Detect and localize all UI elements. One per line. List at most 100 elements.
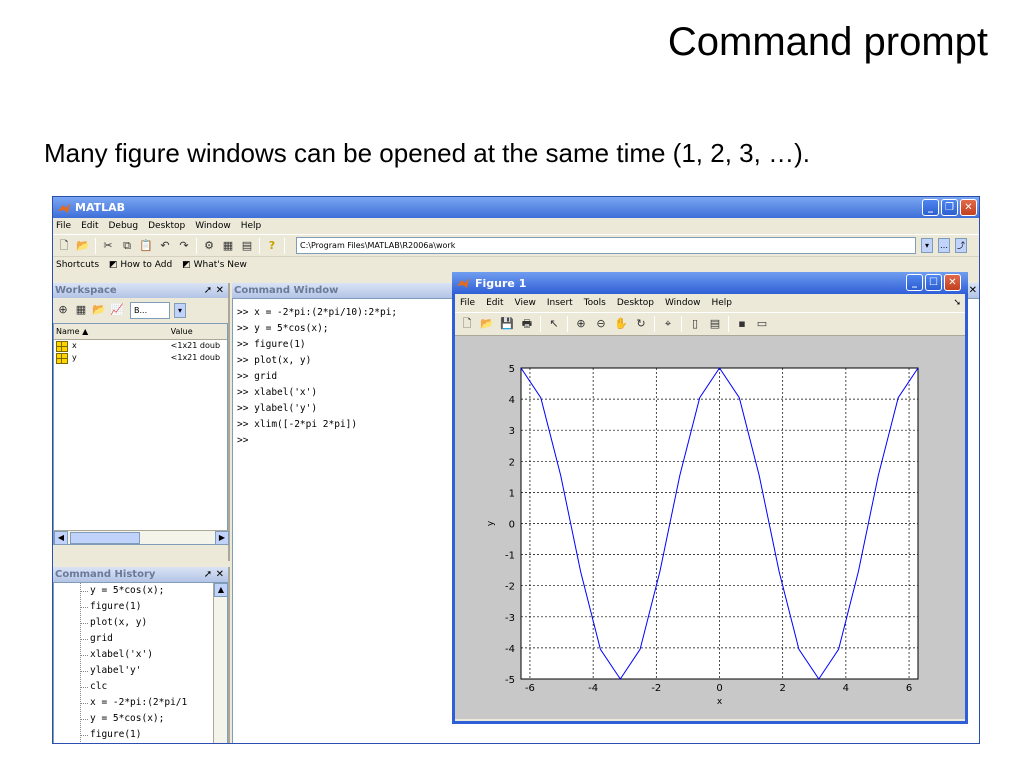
- plot-variable-icon[interactable]: 📈: [110, 303, 124, 317]
- help-icon[interactable]: ?: [265, 239, 279, 253]
- variable-name: x: [72, 341, 77, 350]
- workspace-header[interactable]: Workspace ➚ ✕: [53, 283, 228, 298]
- command-history-title: Command History: [55, 569, 156, 580]
- history-item[interactable]: grid: [54, 631, 227, 647]
- shortcut-icon: ◩: [109, 259, 121, 270]
- menu-debug[interactable]: Debug: [109, 221, 139, 231]
- cut-icon[interactable]: ✂: [101, 239, 115, 253]
- new-variable-icon[interactable]: ⊕: [56, 303, 70, 317]
- fig-menu-tools[interactable]: Tools: [584, 298, 606, 308]
- save-icon[interactable]: 💾: [500, 317, 514, 331]
- history-item[interactable]: figure(1): [54, 727, 227, 743]
- toolbar-separator: [284, 237, 285, 254]
- profiler-icon[interactable]: ▤: [240, 239, 254, 253]
- command-history-header[interactable]: Command History ➚ ✕: [53, 567, 228, 582]
- menu-window[interactable]: Window: [195, 221, 231, 231]
- history-item[interactable]: ylabel'y': [54, 663, 227, 679]
- legend-icon[interactable]: ▤: [708, 317, 722, 331]
- x-tick-label: -6: [525, 683, 535, 694]
- figure-titlebar[interactable]: Figure 1 _ ☐ ✕: [452, 272, 968, 294]
- horizontal-scrollbar[interactable]: ◀ ▶: [54, 530, 229, 545]
- open-file-icon[interactable]: 📂: [480, 317, 494, 331]
- menu-edit[interactable]: Edit: [81, 221, 98, 231]
- close-button[interactable]: ✕: [960, 199, 977, 216]
- rotate-3d-icon[interactable]: ↻: [634, 317, 648, 331]
- fig-menu-insert[interactable]: Insert: [547, 298, 573, 308]
- history-item[interactable]: xlabel('x'): [54, 647, 227, 663]
- figure-title: Figure 1: [475, 276, 527, 290]
- minimize-button[interactable]: _: [922, 199, 939, 216]
- y-tick-label: 0: [509, 520, 515, 531]
- colorbar-icon[interactable]: ▯: [688, 317, 702, 331]
- fig-menu-view[interactable]: View: [515, 298, 536, 308]
- current-directory-field[interactable]: C:\Program Files\MATLAB\R2006a\work: [296, 237, 916, 254]
- copy-icon[interactable]: ⧉: [120, 239, 134, 253]
- open-folder-icon[interactable]: 📂: [76, 239, 90, 253]
- toolbar-separator: [259, 237, 260, 254]
- table-row[interactable]: y <1x21 doub: [54, 352, 227, 364]
- fig-menu-file[interactable]: File: [460, 298, 475, 308]
- browse-folder-icon[interactable]: …: [938, 238, 950, 253]
- menu-file[interactable]: File: [56, 221, 71, 231]
- shortcuts-bar: Shortcuts ◩ How to Add ◩ What's New: [53, 256, 979, 272]
- column-value[interactable]: Value: [171, 324, 227, 339]
- select-arrow-icon[interactable]: ↖: [547, 317, 561, 331]
- import-data-icon[interactable]: 📂: [92, 303, 106, 317]
- plot-axes[interactable]: -6 -4 -2 0 2 4 6 -5 -4 -3 -2 -1 0 1 2 3 4 5 x y: [455, 336, 965, 719]
- shortcut-whats-new[interactable]: ◩ What's New: [182, 260, 247, 270]
- history-item[interactable]: plot(x, y): [54, 615, 227, 631]
- menu-help[interactable]: Help: [241, 221, 262, 231]
- data-cursor-icon[interactable]: ⌖: [661, 317, 675, 331]
- chevron-down-icon[interactable]: ▾: [921, 238, 933, 253]
- show-plot-tools-icon[interactable]: ▭: [755, 317, 769, 331]
- history-item[interactable]: figure(1): [54, 599, 227, 615]
- new-figure-icon[interactable]: 🗋: [460, 317, 474, 331]
- close-icon[interactable]: ✕: [969, 283, 977, 298]
- undock-close-controls[interactable]: ➚ ✕: [204, 567, 224, 582]
- maximize-button[interactable]: ☐: [925, 274, 942, 291]
- fig-menu-window[interactable]: Window: [665, 298, 701, 308]
- paste-icon[interactable]: 📋: [139, 239, 153, 253]
- menu-desktop[interactable]: Desktop: [148, 221, 185, 231]
- x-tick-label: 2: [779, 683, 785, 694]
- new-file-icon[interactable]: 🗋: [57, 239, 71, 253]
- open-variable-icon[interactable]: ▦: [74, 303, 88, 317]
- simulink-icon[interactable]: ⚙: [202, 239, 216, 253]
- vertical-scrollbar[interactable]: ▲: [213, 583, 227, 743]
- undock-close-controls[interactable]: ➚ ✕: [204, 283, 224, 298]
- guide-icon[interactable]: ▦: [221, 239, 235, 253]
- history-item[interactable]: y = 5*cos(x);: [54, 583, 227, 599]
- history-item[interactable]: x = -2*pi:(2*pi/1: [54, 695, 227, 711]
- x-axis-label: x: [717, 697, 723, 707]
- table-row[interactable]: x <1x21 doub: [54, 340, 227, 352]
- close-button[interactable]: ✕: [944, 274, 961, 291]
- matlab-titlebar[interactable]: MATLAB _ ❐ ✕: [53, 197, 979, 218]
- undo-icon[interactable]: ↶: [158, 239, 172, 253]
- scroll-right-icon[interactable]: ▶: [215, 531, 229, 545]
- shortcut-how-to-add[interactable]: ◩ How to Add: [109, 260, 172, 270]
- y-tick-label: -3: [505, 613, 515, 624]
- redo-icon[interactable]: ↷: [177, 239, 191, 253]
- restore-button[interactable]: ❐: [941, 199, 958, 216]
- history-item[interactable]: y = 5*cos(x);: [54, 711, 227, 727]
- variable-value: <1x21 doub: [170, 341, 221, 350]
- fig-menu-desktop[interactable]: Desktop: [617, 298, 654, 308]
- zoom-in-icon[interactable]: ⊕: [574, 317, 588, 331]
- fig-menu-help[interactable]: Help: [711, 298, 732, 308]
- pan-hand-icon[interactable]: ✋: [614, 317, 628, 331]
- dock-arrow-icon[interactable]: ➘: [953, 298, 961, 308]
- minimize-button[interactable]: _: [906, 274, 923, 291]
- scroll-thumb[interactable]: [70, 532, 140, 544]
- column-name[interactable]: Name ▲: [54, 324, 171, 339]
- print-icon[interactable]: 🖶: [520, 317, 534, 331]
- command-history-list: y = 5*cos(x); figure(1) plot(x, y) grid …: [53, 582, 228, 743]
- scroll-left-icon[interactable]: ◀: [54, 531, 68, 545]
- fig-menu-edit[interactable]: Edit: [486, 298, 503, 308]
- chevron-down-icon[interactable]: ▾: [174, 302, 186, 318]
- hide-plot-tools-icon[interactable]: ▪: [735, 317, 749, 331]
- scroll-up-icon[interactable]: ▲: [214, 583, 227, 597]
- history-item[interactable]: clc: [54, 679, 227, 695]
- up-folder-icon[interactable]: ⤴: [955, 238, 967, 253]
- zoom-out-icon[interactable]: ⊖: [594, 317, 608, 331]
- stack-dropdown[interactable]: B...: [130, 301, 170, 319]
